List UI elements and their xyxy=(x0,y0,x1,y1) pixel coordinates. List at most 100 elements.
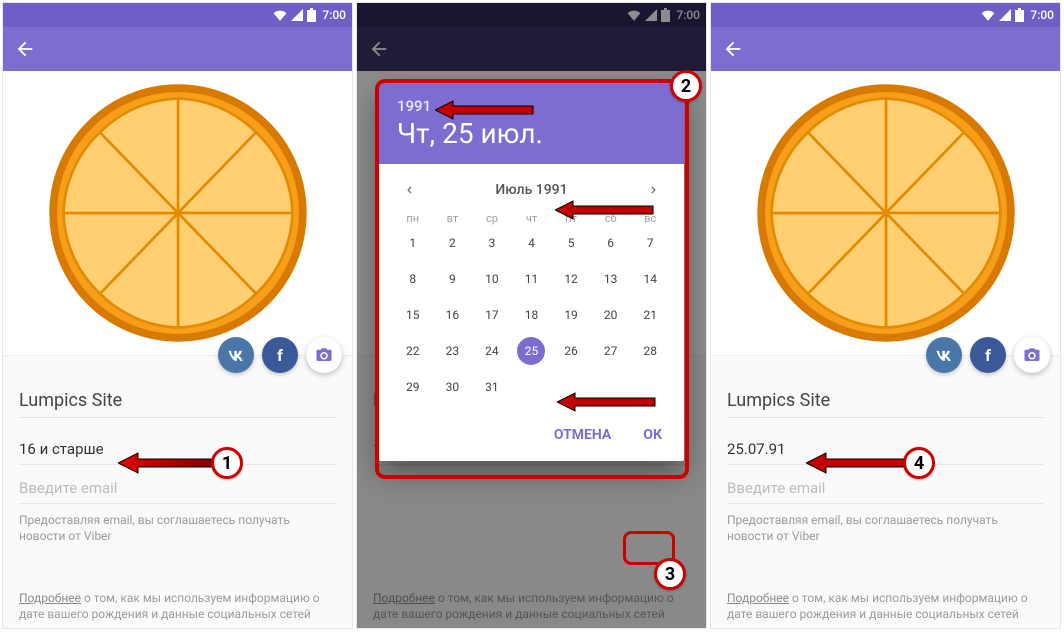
calendar-day-11[interactable]: 11 xyxy=(517,265,545,293)
profile-form: Lumpics Site 25.07.91 Введите email Пред… xyxy=(711,356,1060,544)
privacy-note: Подробнее о том, как мы используем инфор… xyxy=(19,590,336,622)
calendar-dow-cell: чт xyxy=(512,212,552,225)
step-badge-4: 4 xyxy=(903,447,935,479)
wifi-icon xyxy=(273,9,287,21)
birthdate-field[interactable]: 16 и старше xyxy=(19,438,336,464)
date-picker-dialog: 1991 Чт, 25 июл. Июль 1991 пнвтсрчтптсбв… xyxy=(379,83,684,461)
calendar-day-16[interactable]: 16 xyxy=(438,301,466,329)
status-time: 7:00 xyxy=(322,8,346,22)
status-time: 7:00 xyxy=(1030,8,1054,22)
email-field[interactable]: Введите email xyxy=(727,465,1044,503)
calendar-day-1[interactable]: 1 xyxy=(399,229,427,257)
vk-icon[interactable] xyxy=(926,337,962,373)
calendar-day-31[interactable]: 31 xyxy=(478,373,506,401)
calendar-day-13[interactable]: 13 xyxy=(597,265,625,293)
calendar-day-18[interactable]: 18 xyxy=(517,301,545,329)
battery-icon xyxy=(307,8,316,22)
back-icon[interactable] xyxy=(11,35,39,63)
date-picker-header: 1991 Чт, 25 июл. xyxy=(379,83,684,164)
calendar-day-5[interactable]: 5 xyxy=(557,229,585,257)
calendar-day-28[interactable]: 28 xyxy=(636,337,664,365)
date-picker-year[interactable]: 1991 xyxy=(397,97,666,115)
calendar-dow-cell: сб xyxy=(591,212,631,225)
camera-icon[interactable] xyxy=(1014,337,1050,373)
vk-icon[interactable] xyxy=(218,337,254,373)
avatar-orange-icon xyxy=(756,83,1016,343)
calendar-dow-cell: вс xyxy=(630,212,670,225)
calendar-day-15[interactable]: 15 xyxy=(399,301,427,329)
dialog-actions: ОТМЕНА ОК xyxy=(379,413,684,461)
social-row: f xyxy=(218,337,342,373)
phone-screen-1: 7:00 xyxy=(2,2,353,629)
more-link[interactable]: Подробнее xyxy=(727,591,789,605)
status-bar: 7:00 xyxy=(711,3,1060,27)
email-field[interactable]: Введите email xyxy=(19,465,336,503)
avatar-area: f xyxy=(711,71,1060,356)
facebook-icon[interactable]: f xyxy=(970,337,1006,373)
calendar-day-8[interactable]: 8 xyxy=(399,265,427,293)
wifi-icon xyxy=(981,9,995,21)
calendar-day-26[interactable]: 26 xyxy=(557,337,585,365)
step-badge-1: 1 xyxy=(211,447,243,479)
calendar-dow-row: пнвтсрчтптсбвс xyxy=(389,212,674,229)
email-disclaimer: Предоставляя email, вы соглашаетесь полу… xyxy=(19,504,336,544)
calendar-dow-cell: вт xyxy=(433,212,473,225)
calendar: Июль 1991 пнвтсрчтптсбвс 123456789101112… xyxy=(379,164,684,413)
calendar-day-30[interactable]: 30 xyxy=(438,373,466,401)
calendar-day-21[interactable]: 21 xyxy=(636,301,664,329)
calendar-day-3[interactable]: 3 xyxy=(478,229,506,257)
back-icon[interactable] xyxy=(719,35,747,63)
social-row: f xyxy=(926,337,1050,373)
calendar-day-29[interactable]: 29 xyxy=(399,373,427,401)
avatar-area: f xyxy=(3,71,352,356)
battery-icon xyxy=(1015,8,1024,22)
calendar-day-10[interactable]: 10 xyxy=(478,265,506,293)
calendar-day-25[interactable]: 25 xyxy=(517,337,545,365)
privacy-note: Подробнее о том, как мы используем инфор… xyxy=(727,590,1044,622)
step-badge-3: 3 xyxy=(654,558,686,590)
birthdate-field[interactable]: 25.07.91 xyxy=(727,438,1044,464)
calendar-day-24[interactable]: 24 xyxy=(478,337,506,365)
signal-icon xyxy=(999,9,1011,21)
calendar-dow-cell: пт xyxy=(551,212,591,225)
phone-screen-2: 7:00 L 16 Подробнее о том, как мы исполь… xyxy=(356,2,707,629)
step-badge-2: 2 xyxy=(670,70,702,102)
phone-screen-3: 7:00 f Lumpics Site 25.07.91 Введите em xyxy=(710,2,1061,629)
calendar-day-12[interactable]: 12 xyxy=(557,265,585,293)
app-toolbar xyxy=(3,27,352,71)
calendar-dow-cell: ср xyxy=(472,212,512,225)
display-name-field[interactable]: Lumpics Site xyxy=(19,386,336,417)
display-name-field[interactable]: Lumpics Site xyxy=(727,386,1044,417)
calendar-day-2[interactable]: 2 xyxy=(438,229,466,257)
calendar-day-23[interactable]: 23 xyxy=(438,337,466,365)
app-toolbar xyxy=(711,27,1060,71)
email-disclaimer: Предоставляя email, вы соглашаетесь полу… xyxy=(727,504,1044,544)
calendar-day-17[interactable]: 17 xyxy=(478,301,506,329)
status-bar: 7:00 xyxy=(3,3,352,27)
calendar-day-22[interactable]: 22 xyxy=(399,337,427,365)
facebook-icon[interactable]: f xyxy=(262,337,298,373)
divider xyxy=(19,417,336,418)
camera-icon[interactable] xyxy=(306,337,342,373)
ok-button[interactable]: ОК xyxy=(631,419,674,451)
profile-form: Lumpics Site 16 и старше Введите email П… xyxy=(3,356,352,544)
calendar-day-19[interactable]: 19 xyxy=(557,301,585,329)
calendar-day-grid: 1234567891011121314151617181920212223242… xyxy=(389,229,674,407)
cancel-button[interactable]: ОТМЕНА xyxy=(542,419,623,451)
next-month-icon[interactable] xyxy=(642,178,666,202)
tutorial-composite: 7:00 xyxy=(0,0,1064,634)
prev-month-icon[interactable] xyxy=(397,178,421,202)
date-picker-date: Чт, 25 июл. xyxy=(397,117,666,150)
avatar-orange-icon xyxy=(48,83,308,343)
calendar-day-14[interactable]: 14 xyxy=(636,265,664,293)
calendar-day-4[interactable]: 4 xyxy=(517,229,545,257)
calendar-day-9[interactable]: 9 xyxy=(438,265,466,293)
calendar-header: Июль 1991 xyxy=(389,174,674,212)
calendar-month-label: Июль 1991 xyxy=(495,182,567,198)
more-link[interactable]: Подробнее xyxy=(19,591,81,605)
calendar-day-6[interactable]: 6 xyxy=(597,229,625,257)
signal-icon xyxy=(291,9,303,21)
calendar-day-27[interactable]: 27 xyxy=(597,337,625,365)
calendar-day-20[interactable]: 20 xyxy=(597,301,625,329)
calendar-day-7[interactable]: 7 xyxy=(636,229,664,257)
